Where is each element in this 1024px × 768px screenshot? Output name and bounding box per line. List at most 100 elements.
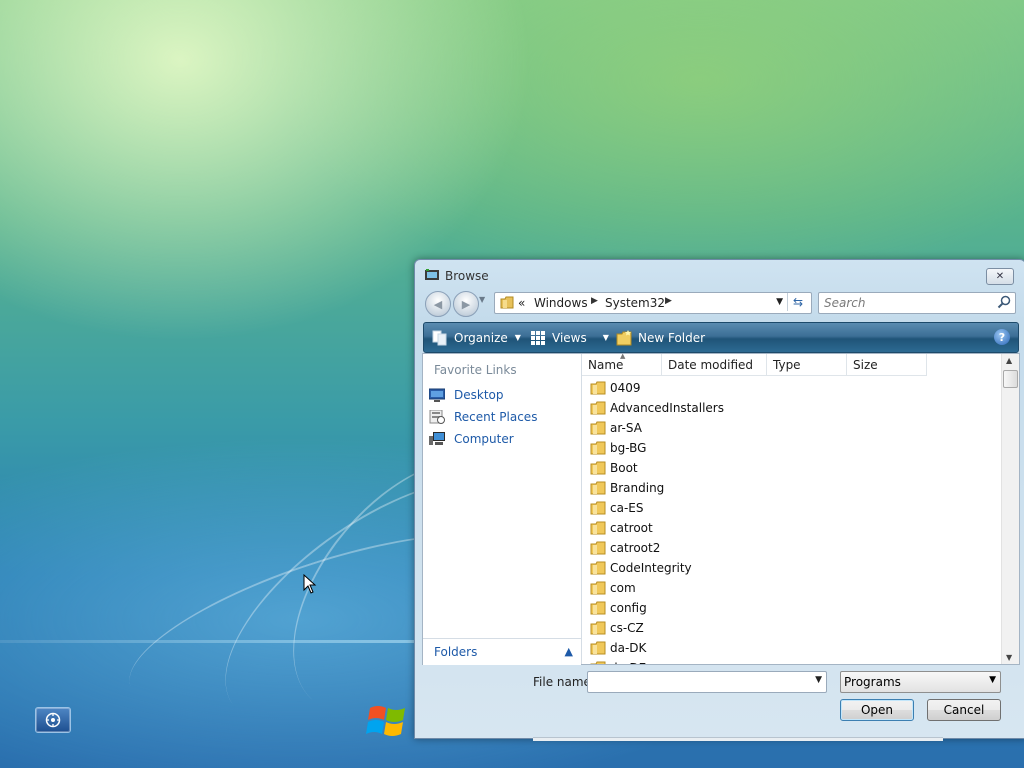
list-item[interactable]: 0409	[590, 378, 641, 398]
back-arrow-icon: ◀	[433, 297, 443, 311]
refresh-button[interactable]: ⇆	[787, 293, 808, 311]
search-icon[interactable]	[997, 295, 1011, 309]
column-header-name[interactable]: ▲ Name	[582, 352, 662, 376]
search-placeholder: Search	[824, 296, 866, 310]
chevron-up-icon: ▲	[564, 645, 573, 658]
open-button[interactable]: Open	[840, 699, 914, 721]
navigation-buttons: ◀ ▶	[425, 291, 483, 317]
new-folder-button[interactable]: New Folder	[616, 323, 705, 352]
close-button[interactable]: ✕	[986, 268, 1014, 285]
refresh-icon: ⇆	[792, 295, 804, 309]
list-item[interactable]: ar-SA	[590, 418, 642, 438]
mouse-pointer-icon	[303, 573, 317, 597]
file-name-label: File name:	[533, 675, 595, 689]
column-header-size[interactable]: Size	[847, 354, 927, 376]
list-item[interactable]: da-DK	[590, 638, 646, 658]
cancel-button[interactable]: Cancel	[927, 699, 1001, 721]
file-name: cs-CZ	[610, 621, 644, 635]
file-name: catroot	[610, 521, 653, 535]
folder-icon	[590, 441, 606, 455]
favorite-desktop[interactable]: Desktop	[429, 385, 504, 405]
file-name-input[interactable]: ▼	[587, 671, 827, 693]
folders-toggle[interactable]: Folders ▲	[423, 638, 581, 665]
breadcrumb-separator-arrow-icon[interactable]: ▶	[591, 296, 598, 306]
file-name: CodeIntegrity	[610, 561, 692, 575]
list-item[interactable]: bg-BG	[590, 438, 646, 458]
back-button[interactable]: ◀	[425, 291, 451, 317]
file-name: catroot2	[610, 541, 661, 555]
file-name: AdvancedInstallers	[610, 401, 724, 415]
file-name-dropdown-icon[interactable]: ▼	[815, 675, 822, 685]
favorite-recent-places-label: Recent Places	[454, 410, 538, 424]
address-dropdown-icon[interactable]: ▼	[776, 297, 783, 307]
list-item[interactable]: ca-ES	[590, 498, 643, 518]
windows-logo-icon[interactable]	[366, 700, 408, 742]
breadcrumb-system32[interactable]: System32	[605, 296, 665, 310]
list-item[interactable]: com	[590, 578, 636, 598]
favorite-desktop-label: Desktop	[454, 388, 504, 402]
list-item[interactable]: CodeIntegrity	[590, 558, 692, 578]
scroll-down-icon[interactable]: ▼	[1006, 653, 1012, 662]
file-name: Branding	[610, 481, 665, 495]
list-item[interactable]: Boot	[590, 458, 638, 478]
organize-icon	[432, 330, 447, 345]
list-item[interactable]: de-DE	[590, 658, 646, 664]
folder-icon	[590, 381, 606, 395]
file-name: 0409	[610, 381, 641, 395]
column-header-type[interactable]: Type	[767, 354, 847, 376]
navigation-pane: Favorite Links Desktop Recent Places Com…	[423, 354, 582, 665]
cancel-label: Cancel	[943, 703, 985, 717]
file-type-select[interactable]: Programs ▼	[840, 671, 1001, 693]
list-item[interactable]: cs-CZ	[590, 618, 644, 638]
file-name: ar-SA	[610, 421, 642, 435]
title-bar[interactable]: Browse ✕	[415, 260, 1024, 288]
computer-icon	[429, 432, 445, 445]
file-name: de-DE	[610, 661, 646, 664]
open-label: Open	[860, 703, 894, 717]
column-date-label: Date modified	[668, 357, 754, 372]
recent-pages-dropdown[interactable]: ▼	[479, 295, 485, 304]
file-type-value: Programs	[844, 675, 901, 689]
scroll-up-icon[interactable]: ▲	[1006, 356, 1012, 365]
dialog-title: Browse	[445, 269, 489, 283]
vertical-scrollbar[interactable]: ▲ ▼	[1001, 354, 1019, 664]
new-folder-label: New Folder	[638, 330, 706, 345]
search-box[interactable]: Search	[818, 292, 1016, 314]
breadcrumb-windows[interactable]: Windows	[534, 296, 588, 310]
file-name: Boot	[610, 461, 638, 475]
breadcrumb-separator-arrow-icon[interactable]: ▶	[665, 296, 672, 306]
column-size-label: Size	[853, 357, 878, 372]
address-bar[interactable]: « Windows ▶ System32 ▶ ▼	[494, 292, 812, 314]
help-icon[interactable]: ?	[994, 329, 1010, 345]
folder-icon	[590, 661, 606, 664]
list-item[interactable]: catroot	[590, 518, 653, 538]
column-name-label: Name	[588, 357, 624, 372]
organize-dropdown-icon: ▼	[514, 333, 521, 342]
folder-icon	[590, 481, 606, 495]
favorite-recent-places[interactable]: Recent Places	[429, 407, 537, 427]
scroll-thumb[interactable]	[1003, 370, 1018, 388]
show-desktop-icon[interactable]	[35, 707, 71, 733]
list-item[interactable]: AdvancedInstallers	[590, 398, 724, 418]
forward-button[interactable]: ▶	[453, 291, 479, 317]
close-icon: ✕	[995, 271, 1005, 282]
file-type-dropdown-icon: ▼	[989, 675, 996, 685]
list-item[interactable]: catroot2	[590, 538, 660, 558]
folder-icon	[590, 561, 606, 575]
resize-grip[interactable]	[533, 737, 943, 741]
views-button[interactable]: Views ▼	[530, 323, 609, 352]
views-label: Views	[552, 330, 587, 345]
address-overflow-chevron[interactable]: «	[518, 296, 525, 310]
organize-button[interactable]: Organize ▼	[432, 323, 521, 352]
folder-icon	[590, 601, 606, 615]
browse-dialog: Browse ✕ ◀ ▶ ▼ « Windows ▶ System32 ▶ ▼ …	[414, 259, 1024, 741]
file-name: da-DK	[610, 641, 647, 655]
list-item[interactable]: config	[590, 598, 647, 618]
sort-ascending-icon: ▲	[620, 352, 626, 360]
list-item[interactable]: Branding	[590, 478, 664, 498]
file-name: com	[610, 581, 636, 595]
column-header-date-modified[interactable]: Date modified	[662, 354, 767, 376]
favorite-computer[interactable]: Computer	[429, 429, 514, 449]
views-icon	[531, 330, 545, 345]
app-icon	[425, 269, 439, 281]
